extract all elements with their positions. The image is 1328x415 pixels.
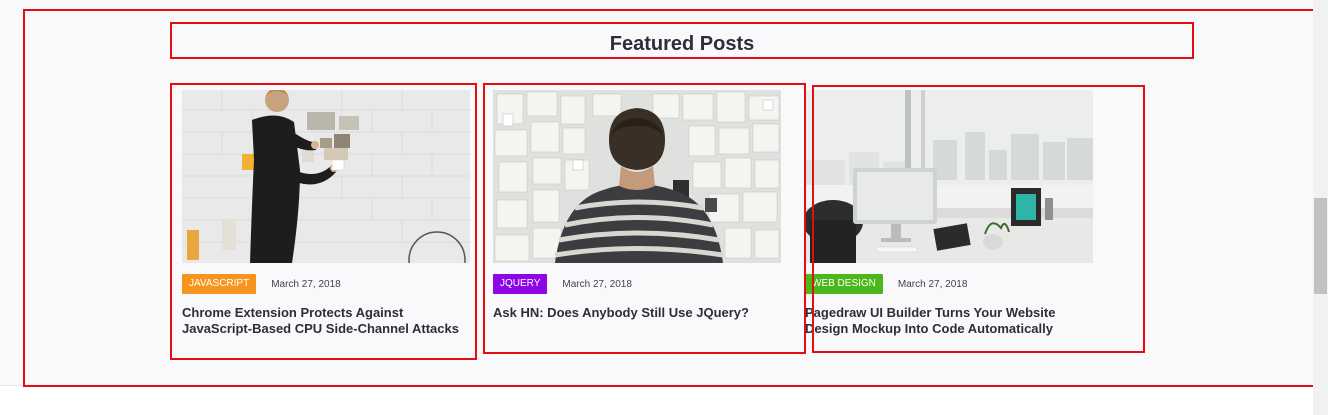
highlight-box-card-1 [170, 83, 477, 360]
highlight-box-card-3 [812, 85, 1145, 353]
highlight-box-title [170, 22, 1194, 59]
page-scrollbar-thumb[interactable] [1314, 198, 1327, 294]
highlight-box-card-2 [483, 83, 806, 354]
